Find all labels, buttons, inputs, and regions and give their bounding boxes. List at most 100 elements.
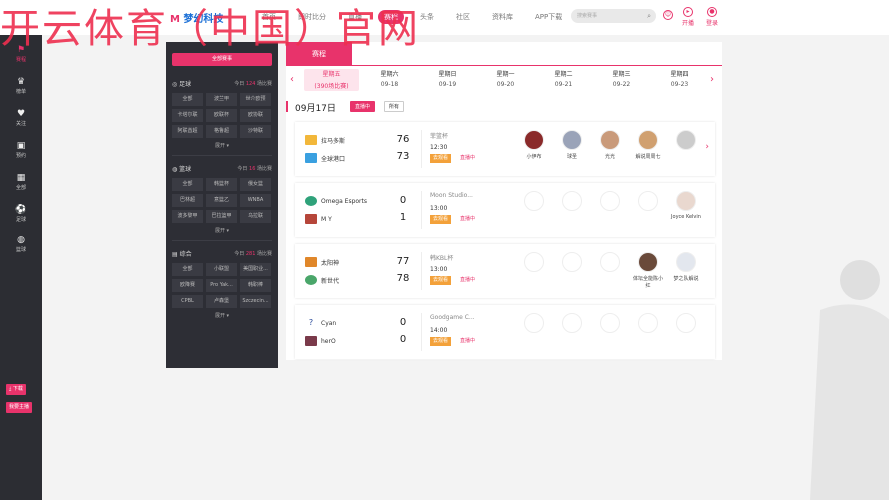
sidebar-item-basketball[interactable]: ◍ 篮球 — [0, 235, 42, 253]
nav-live[interactable]: 直播 — [342, 10, 368, 24]
site-logo[interactable]: M 梦幻科技 — [170, 10, 223, 25]
league-chip[interactable]: 沙特联 — [240, 125, 271, 138]
league-chip[interactable]: 卡塔尔联 — [172, 109, 203, 122]
calendar-flag-icon: ⚑ — [16, 45, 26, 55]
expand-button[interactable]: 展开 ▾ — [172, 142, 272, 149]
day-tab[interactable]: 星期五 (390场比赛) — [304, 69, 359, 91]
league-chip[interactable]: Szczecin... — [240, 295, 271, 308]
league-chip[interactable]: 格鲁超 — [206, 125, 237, 138]
watch-button[interactable]: 去观看 — [430, 337, 452, 346]
watch-button[interactable]: 去观看 — [430, 215, 452, 224]
league-chip[interactable]: 韩篮杯 — [206, 178, 237, 191]
nav-home[interactable]: 首页 — [256, 10, 282, 24]
nav-live-score[interactable]: 即时比分 — [292, 10, 332, 24]
league-chip[interactable]: 美国职业... — [240, 263, 271, 276]
sidebar-item-reserve[interactable]: ▣ 预约 — [0, 141, 42, 159]
anchor-avatar[interactable]: 梦之队解说 — [669, 252, 703, 282]
league-chip[interactable]: 波多黎甲 — [172, 210, 203, 223]
match-card[interactable]: 太阳神 新世代 77 78 韩KBL杯 13:00 去观看 直播中 体坛全能陈小… — [295, 244, 715, 298]
sidebar-item-football[interactable]: ⚽ 足球 — [0, 205, 42, 223]
live-status: 直播中 — [460, 155, 476, 161]
anchor-avatar[interactable]: 解说周周七 — [631, 130, 665, 160]
all-events-button[interactable]: 全部赛事 — [172, 53, 272, 66]
live-status: 直播中 — [460, 338, 476, 344]
anchor-avatar[interactable] — [669, 130, 703, 153]
filter-live-chip[interactable]: 直播中 — [350, 101, 376, 112]
nav-app-download[interactable]: APP下载 — [529, 10, 568, 24]
person-icon: ● — [707, 7, 717, 17]
filter-all-chip[interactable]: 所有 — [384, 101, 405, 112]
sidebar-item-ranking[interactable]: ♛ 榜单 — [0, 77, 42, 95]
download-button[interactable]: ⤓ 下载 — [6, 384, 26, 395]
league-chip[interactable]: 韩职棒 — [240, 279, 271, 292]
league-chip[interactable]: 意篮乙 — [206, 194, 237, 207]
search-input[interactable]: 搜索赛事 ⌕ — [571, 9, 656, 23]
league-chip[interactable]: 欧联杯 — [206, 109, 237, 122]
chevron-left-icon[interactable]: ‹ — [290, 74, 294, 85]
league-chip[interactable]: 世介欧预 — [240, 93, 271, 106]
tab-schedule[interactable]: 赛程 — [286, 42, 352, 66]
match-card[interactable]: ? Cyan herO 0 0 Goodgame C... 14:00 去观看 直… — [295, 305, 715, 359]
anchor-avatar — [593, 313, 627, 336]
date-heading: 09月17日 直播中 所有 — [286, 100, 722, 114]
league-chip[interactable]: 俄女篮 — [240, 178, 271, 191]
sidebar-item-follow[interactable]: ♥ 关注 — [0, 109, 42, 127]
league-chip[interactable]: 全部 — [172, 263, 203, 276]
anchor-avatar — [555, 252, 589, 275]
anchor-avatar[interactable]: Joyce Kelvin — [669, 191, 703, 220]
watch-button[interactable]: 去观看 — [430, 276, 452, 285]
clock-icon: ▣ — [16, 141, 26, 151]
anchor-avatar — [631, 191, 665, 214]
league-chip[interactable]: 巴林超 — [172, 194, 203, 207]
search-icon[interactable]: ⌕ — [647, 9, 651, 23]
anchor-avatar — [593, 252, 627, 275]
become-anchor-button[interactable]: 我要主播 — [6, 402, 33, 413]
section-title: ◍ 篮球 — [172, 165, 192, 173]
sidebar-item-all[interactable]: ▦ 全部 — [0, 173, 42, 191]
watch-button[interactable]: 去观看 — [430, 154, 452, 163]
league-chip[interactable]: Pro Yak... — [206, 279, 237, 292]
league-chip[interactable]: 波兰甲 — [206, 93, 237, 106]
league-chip[interactable]: 小联盟 — [206, 263, 237, 276]
anchor-avatar[interactable]: 光光 — [593, 130, 627, 160]
league-chip[interactable]: 巴拉篮甲 — [206, 210, 237, 223]
match-card[interactable]: Omega Esports M Y 0 1 Moon Studio... 13:… — [295, 183, 715, 237]
user-circle-icon[interactable]: ☺ — [663, 10, 673, 21]
nav-news[interactable]: 头条 — [414, 10, 440, 24]
broadcast-icon: ▸ — [683, 7, 693, 17]
league-chip[interactable]: 欧协联 — [240, 109, 271, 122]
go-live-button[interactable]: ▸ 开播 — [682, 7, 694, 27]
nav-database[interactable]: 资料库 — [486, 10, 519, 24]
anchor-avatar — [669, 313, 703, 336]
section-title: ◎ 足球 — [172, 80, 192, 88]
expand-button[interactable]: 展开 ▾ — [172, 227, 272, 234]
league-chip[interactable]: 欧降赛 — [172, 279, 203, 292]
day-tab[interactable]: 星期一 09-20 — [478, 69, 533, 88]
day-tab[interactable]: 星期四 09-23 — [652, 69, 707, 88]
day-tab[interactable]: 星期三 09-22 — [594, 69, 649, 88]
filter-section-basketball: ◍ 篮球 今日 16 场比赛 全部 韩篮杯 俄女篮 巴林超 意篮乙 WNBA 波多… — [172, 163, 272, 241]
sidebar-item-schedule[interactable]: ⚑ 赛程 — [0, 45, 42, 63]
login-button[interactable]: ● 登录 — [706, 7, 718, 27]
league-chip[interactable]: 全部 — [172, 93, 203, 106]
league-chip[interactable]: 卢森堡 — [206, 295, 237, 308]
anchor-avatar[interactable]: 球圣 — [555, 130, 589, 160]
anchor-avatar — [555, 313, 589, 336]
filter-section-football: ◎ 足球 今日 124 场比赛 全部 波兰甲 世介欧预 卡塔尔联 欧联杯 欧协联 … — [172, 78, 272, 156]
nav-schedule[interactable]: 赛程 — [378, 10, 404, 24]
chevron-right-icon[interactable]: › — [705, 142, 709, 152]
league-chip[interactable]: 全部 — [172, 178, 203, 191]
anchor-avatar[interactable]: 体坛全能陈小红 — [631, 252, 665, 289]
day-tab[interactable]: 星期六 09-18 — [362, 69, 417, 88]
chevron-right-icon[interactable]: › — [710, 74, 714, 85]
expand-button[interactable]: 展开 ▾ — [172, 312, 272, 319]
anchor-avatar[interactable]: 小伊布 — [517, 130, 551, 160]
day-tab[interactable]: 星期二 09-21 — [536, 69, 591, 88]
nav-community[interactable]: 社区 — [450, 10, 476, 24]
league-chip[interactable]: 乌拉联 — [240, 210, 271, 223]
league-chip[interactable]: CPBL — [172, 295, 203, 308]
league-chip[interactable]: 阿联酋超 — [172, 125, 203, 138]
league-chip[interactable]: WNBA — [240, 194, 271, 207]
day-tab[interactable]: 星期日 09-19 — [420, 69, 475, 88]
match-card[interactable]: 拉马多斯 全球港口 76 73 菲篮杯 12:30 去观看 直播中 小伊布 球圣… — [295, 122, 715, 176]
